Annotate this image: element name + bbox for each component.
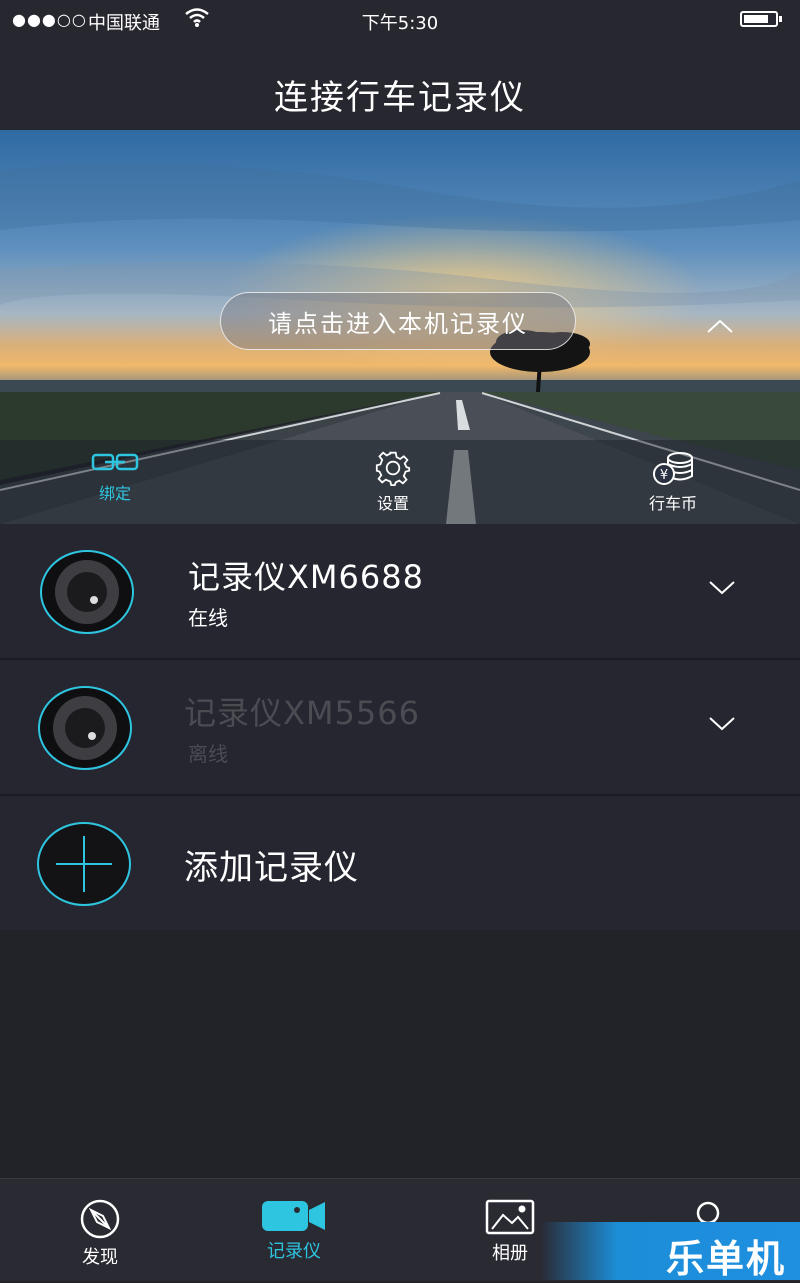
bind-button[interactable]: 绑定 xyxy=(60,450,170,504)
bind-label: 绑定 xyxy=(98,484,131,503)
device-row[interactable]: 记录仪XM5566 离线 xyxy=(0,660,800,796)
tab-discover[interactable]: 发现 xyxy=(40,1199,160,1269)
add-device-row[interactable]: 添加记录仪 xyxy=(0,796,800,930)
device-status: 离线 xyxy=(188,742,228,766)
watermark-text: 乐单机 xyxy=(665,1237,786,1281)
plus-circle-icon xyxy=(36,820,132,912)
battery-icon xyxy=(740,11,782,27)
driving-coins-button[interactable]: ¥ 行车币 xyxy=(618,450,728,514)
dashcam-icon xyxy=(36,684,134,776)
camera-icon xyxy=(262,1201,325,1231)
device-row[interactable]: 记录仪XM6688 在线 xyxy=(0,524,800,660)
watermark-logo: 乐单机 xyxy=(540,1222,800,1281)
clock: 下午5:30 xyxy=(361,13,439,34)
tab-album-label: 相册 xyxy=(492,1243,528,1264)
tab-recorder[interactable]: 记录仪 xyxy=(234,1199,354,1263)
device-name: 记录仪XM6688 xyxy=(188,558,424,596)
photo-icon xyxy=(485,1199,535,1235)
compass-icon xyxy=(80,1199,120,1239)
svg-text:¥: ¥ xyxy=(660,468,668,483)
enter-recorder-button[interactable]: 请点击进入本机记录仪 xyxy=(220,292,576,350)
device-status: 在线 xyxy=(188,606,228,630)
chevron-down-icon[interactable] xyxy=(708,580,736,600)
page-title: 连接行车记录仪 xyxy=(274,78,526,118)
hero-banner: 请点击进入本机记录仪 绑定 设置 ¥ 行车币 xyxy=(0,130,800,524)
tab-discover-label: 发现 xyxy=(82,1247,118,1268)
device-name: 记录仪XM5566 xyxy=(184,694,420,732)
hero-toolbar: 绑定 设置 ¥ 行车币 xyxy=(0,440,800,524)
link-icon xyxy=(91,453,139,471)
gear-icon xyxy=(375,451,411,486)
chevron-down-icon[interactable] xyxy=(708,716,736,736)
coins-icon: ¥ xyxy=(653,452,693,485)
tab-recorder-label: 记录仪 xyxy=(267,1241,321,1262)
chevron-up-icon[interactable] xyxy=(706,318,734,338)
settings-label: 设置 xyxy=(376,494,409,513)
driving-coins-label: 行车币 xyxy=(648,494,697,513)
nav-bar: 连接行车记录仪 xyxy=(0,40,800,131)
dashcam-icon xyxy=(38,548,136,640)
add-device-label: 添加记录仪 xyxy=(184,848,359,888)
settings-button[interactable]: 设置 xyxy=(338,450,448,514)
status-bar: ●●●○○ 中国联通 下午5:30 xyxy=(0,0,800,40)
